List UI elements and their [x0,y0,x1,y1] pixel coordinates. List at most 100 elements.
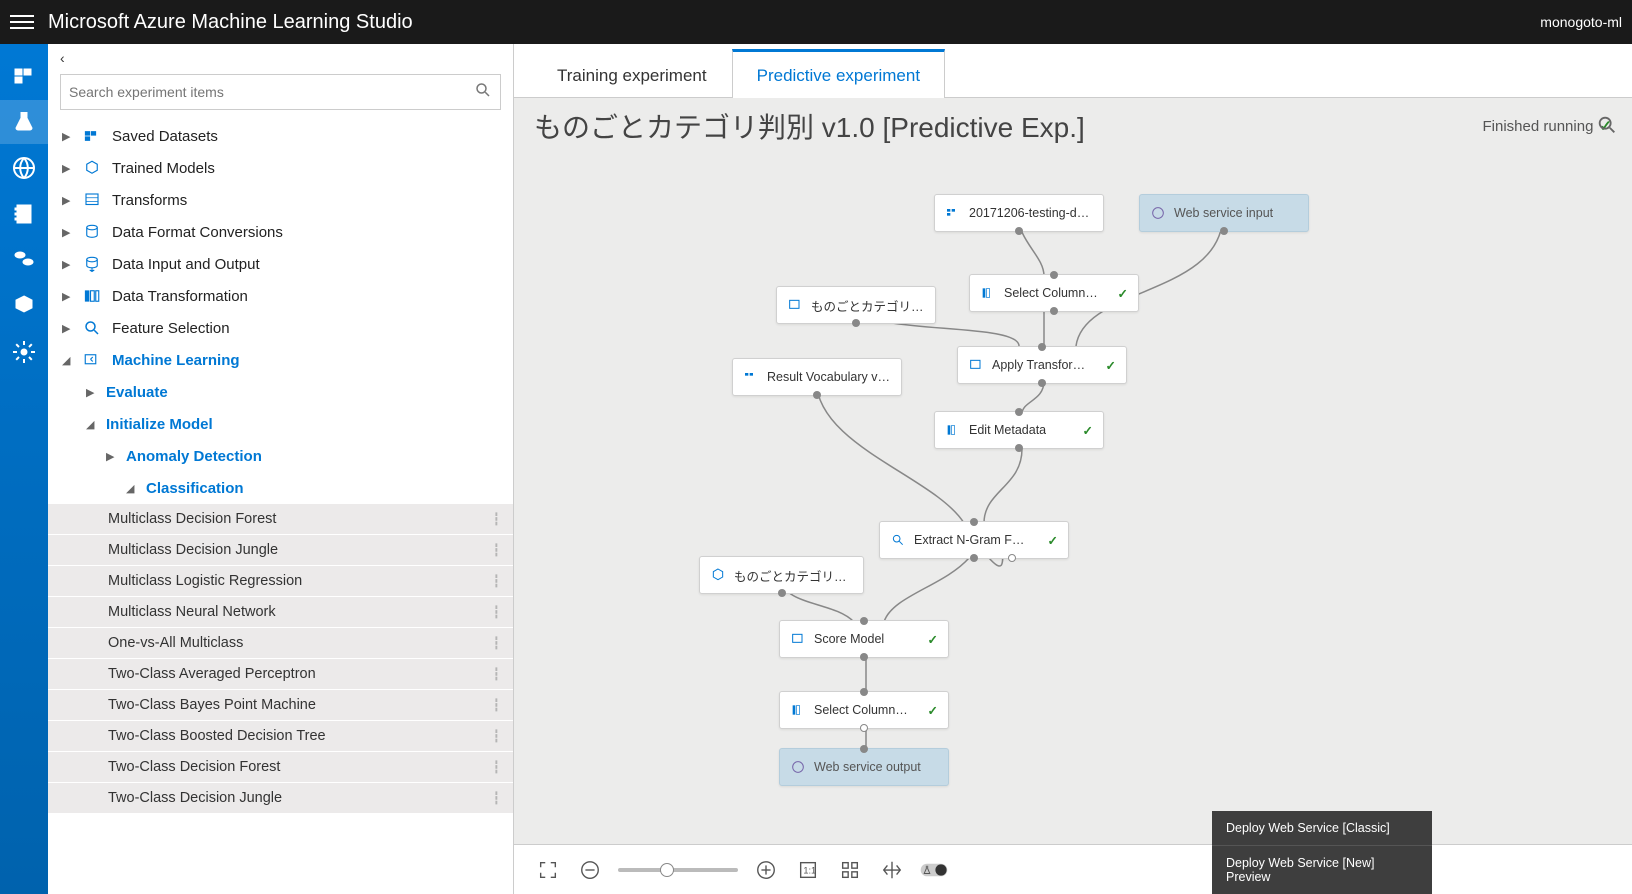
deploy-menu: Deploy Web Service [Classic] Deploy Web … [1212,811,1432,894]
globe-icon [1150,205,1166,221]
node-result-vocabulary[interactable]: Result Vocabulary v1.0 [732,358,902,396]
columns-icon [980,285,996,301]
tree-transforms[interactable]: ▶Transforms [48,184,513,216]
datasets-icon [82,126,102,146]
rail-web[interactable] [0,146,48,190]
tree-initialize-model[interactable]: ◢Initialize Model [48,408,513,440]
experiment-tabs: Training experiment Predictive experimen… [514,44,1632,98]
tree-data-io[interactable]: ▶Data Input and Output [48,248,513,280]
canvas-header: ものごとカテゴリ判別 v1.0 [Predictive Exp.] Finish… [514,98,1632,146]
actual-size-button[interactable]: 1:1 [794,856,822,884]
module-leaf[interactable]: Two-Class Averaged Perceptron┇ [48,659,513,690]
canvas-toolbar: 1:1 [514,844,1632,894]
apply-icon [968,357,984,373]
node-trained-model-1[interactable]: ものごとカテゴリ判別 v1.0 ... [776,286,936,324]
node-edit-metadata[interactable]: Edit Metadata ✓ [934,411,1104,449]
grip-icon: ┇ [493,543,501,557]
module-leaf[interactable]: Two-Class Bayes Point Machine┇ [48,690,513,721]
grip-icon: ┇ [493,605,501,619]
node-ws-input[interactable]: Web service input [1139,194,1309,232]
globe-icon [790,759,806,775]
search-box[interactable] [60,74,501,110]
menu-icon[interactable] [10,10,34,34]
node-ws-output[interactable]: Web service output [779,748,949,786]
module-leaf[interactable]: Multiclass Logistic Regression┇ [48,566,513,597]
zoom-in-button[interactable] [752,856,780,884]
deploy-classic-button[interactable]: Deploy Web Service [Classic] [1212,811,1432,846]
search-icon[interactable] [474,81,492,104]
tree-data-format[interactable]: ▶Data Format Conversions [48,216,513,248]
flask-toggle-button[interactable] [920,856,948,884]
rail-experiments[interactable] [0,100,48,144]
grip-icon: ┇ [493,636,501,650]
node-apply-transformation[interactable]: Apply Transformation ✓ [957,346,1127,384]
deploy-new-button[interactable]: Deploy Web Service [New] Preview [1212,846,1432,894]
module-leaf[interactable]: Multiclass Decision Forest┇ [48,504,513,535]
account-name[interactable]: monogoto-ml [1540,14,1622,30]
module-leaf[interactable]: Two-Class Decision Jungle┇ [48,783,513,814]
metadata-icon [945,422,961,438]
grip-icon: ┇ [493,667,501,681]
node-dataset[interactable]: 20171206-testing-deleted.csv [934,194,1104,232]
transform-icon [82,190,102,210]
dataset-icon [945,205,961,221]
experiment-canvas[interactable]: 20171206-testing-deleted.csv Web service… [514,146,1632,844]
check-icon: ✓ [918,703,938,718]
check-icon: ✓ [1073,423,1093,438]
left-rail [0,44,48,894]
grip-icon: ┇ [493,512,501,526]
columns-icon [790,702,806,718]
tree-data-transformation[interactable]: ▶Data Transformation [48,280,513,312]
datatrans-icon [82,286,102,306]
tree-trained-models[interactable]: ▶Trained Models [48,152,513,184]
module-leaf[interactable]: Two-Class Boosted Decision Tree┇ [48,721,513,752]
check-icon: ✓ [918,632,938,647]
rail-models[interactable] [0,284,48,328]
minimap-button[interactable] [836,856,864,884]
rail-settings[interactable] [0,330,48,374]
zoom-out-button[interactable] [576,856,604,884]
dataformat-icon [82,222,102,242]
rail-notebooks[interactable] [0,192,48,236]
rail-datasets[interactable] [0,54,48,98]
tree-anomaly-detection[interactable]: ▶Anomaly Detection [48,440,513,472]
module-leaf[interactable]: Multiclass Neural Network┇ [48,597,513,628]
node-select-columns-1[interactable]: Select Columns in Dataset ✓ [969,274,1139,312]
rail-data[interactable] [0,238,48,282]
check-icon: ✓ [1108,286,1128,301]
tree-feature-selection[interactable]: ▶Feature Selection [48,312,513,344]
tree-evaluate[interactable]: ▶Evaluate [48,376,513,408]
search-input[interactable] [69,84,474,100]
tab-predictive[interactable]: Predictive experiment [732,49,945,98]
score-icon [790,631,806,647]
pan-button[interactable] [878,856,906,884]
fit-to-window-button[interactable] [534,856,562,884]
grip-icon: ┇ [493,698,501,712]
grip-icon: ┇ [493,574,501,588]
svg-text:1:1: 1:1 [803,865,816,875]
module-tree: ▶Saved Datasets ▶Trained Models ▶Transfo… [48,120,513,894]
collapse-panel-button[interactable]: ‹ [48,44,513,66]
module-leaf[interactable]: One-vs-All Multiclass┇ [48,628,513,659]
node-score-model[interactable]: Score Model ✓ [779,620,949,658]
tab-training[interactable]: Training experiment [532,51,732,98]
dataio-icon [82,254,102,274]
edge-layer [514,146,1632,844]
transform-icon [787,297,803,313]
grip-icon: ┇ [493,760,501,774]
tree-classification[interactable]: ◢Classification [48,472,513,504]
ml-icon [82,350,102,370]
module-leaf[interactable]: Multiclass Decision Jungle┇ [48,535,513,566]
check-icon: ✓ [1096,358,1116,373]
ngram-icon [890,532,906,548]
node-extract-ngram[interactable]: Extract N-Gram Features fro... ✓ [879,521,1069,559]
app-title: Microsoft Azure Machine Learning Studio [48,11,1540,34]
node-trained-model-2[interactable]: ものごとカテゴリ判別 v1.0 ... [699,556,864,594]
topbar: Microsoft Azure Machine Learning Studio … [0,0,1632,44]
tree-machine-learning[interactable]: ◢Machine Learning [48,344,513,376]
module-leaf[interactable]: Two-Class Decision Forest┇ [48,752,513,783]
node-select-columns-2[interactable]: Select Columns in Dataset ✓ [779,691,949,729]
canvas-search-icon[interactable] [1596,114,1618,136]
tree-saved-datasets[interactable]: ▶Saved Datasets [48,120,513,152]
zoom-slider[interactable] [618,868,738,872]
